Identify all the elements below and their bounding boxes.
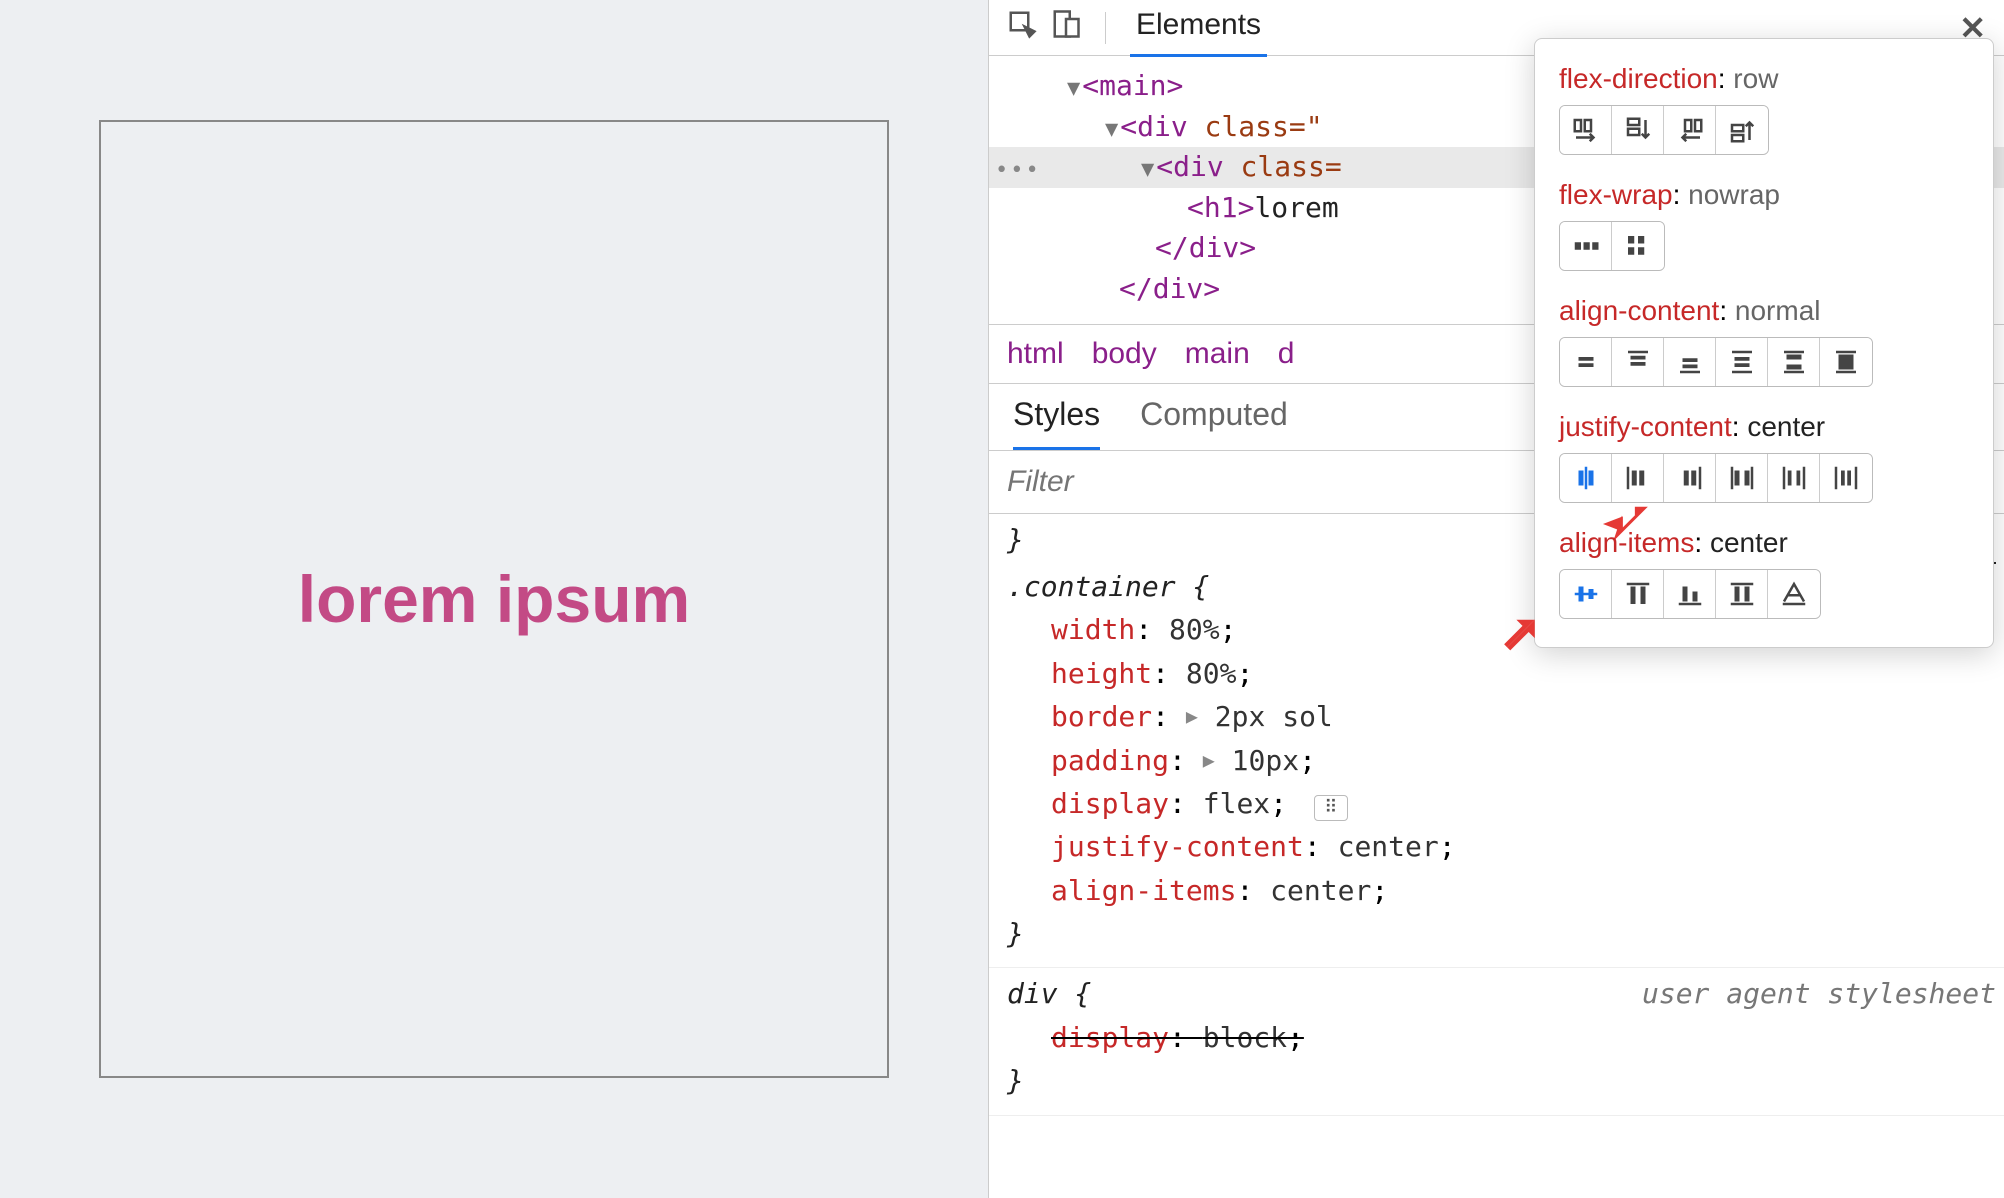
align-content-space-around-icon[interactable] bbox=[1716, 338, 1768, 386]
subtab-computed[interactable]: Computed bbox=[1140, 396, 1288, 450]
align-items-center-icon[interactable] bbox=[1560, 570, 1612, 618]
align-items-end-icon[interactable] bbox=[1664, 570, 1716, 618]
section-flex-wrap: flex-wrap: nowrap bbox=[1559, 179, 1969, 271]
device-toolbar-icon[interactable] bbox=[1051, 9, 1081, 46]
page-preview: lorem ipsum bbox=[0, 0, 988, 1198]
align-items-stretch-icon[interactable] bbox=[1716, 570, 1768, 618]
crumb-main[interactable]: main bbox=[1185, 337, 1250, 371]
section-flex-direction: flex-direction: row bbox=[1559, 63, 1969, 155]
flex-direction-row-reverse-icon[interactable] bbox=[1664, 106, 1716, 154]
justify-content-space-around-icon[interactable] bbox=[1768, 454, 1820, 502]
toolbar-divider bbox=[1105, 12, 1106, 44]
justify-content-center-icon[interactable] bbox=[1560, 454, 1612, 502]
heading-lorem: lorem ipsum bbox=[298, 561, 690, 637]
justify-content-space-between-icon[interactable] bbox=[1716, 454, 1768, 502]
justify-content-space-evenly-icon[interactable] bbox=[1820, 454, 1872, 502]
tab-elements[interactable]: Elements bbox=[1130, 0, 1267, 57]
devtools-panel: Elements ✕ ▼<main> ▼<div class=" ▼<div c… bbox=[988, 0, 2004, 1198]
align-content-start-icon[interactable] bbox=[1612, 338, 1664, 386]
flexbox-editor-popover[interactable]: flex-direction: row flex-wrap: nowrap al… bbox=[1534, 38, 1994, 648]
align-content-space-between-icon[interactable] bbox=[1768, 338, 1820, 386]
user-agent-label: user agent stylesheet bbox=[1642, 972, 1996, 1015]
crumb-div[interactable]: d bbox=[1278, 337, 1295, 371]
align-items-baseline-icon[interactable] bbox=[1768, 570, 1820, 618]
rule-div-uas[interactable]: user agent stylesheet div { display: blo… bbox=[989, 968, 2004, 1115]
flex-direction-column-icon[interactable] bbox=[1612, 106, 1664, 154]
align-items-start-icon[interactable] bbox=[1612, 570, 1664, 618]
crumb-html[interactable]: html bbox=[1007, 337, 1064, 371]
container-box: lorem ipsum bbox=[99, 120, 889, 1078]
section-justify-content: justify-content: center bbox=[1559, 411, 1969, 503]
align-content-stretch-icon[interactable] bbox=[1820, 338, 1872, 386]
align-content-center-icon[interactable] bbox=[1560, 338, 1612, 386]
justify-content-end-icon[interactable] bbox=[1664, 454, 1716, 502]
flex-wrap-wrap-icon[interactable] bbox=[1612, 222, 1664, 270]
heading-wrapper: lorem ipsum bbox=[294, 561, 694, 637]
section-align-content: align-content: normal bbox=[1559, 295, 1969, 387]
subtab-styles[interactable]: Styles bbox=[1013, 396, 1100, 450]
crumb-body[interactable]: body bbox=[1092, 337, 1157, 371]
flex-wrap-nowrap-icon[interactable] bbox=[1560, 222, 1612, 270]
flex-direction-row-icon[interactable] bbox=[1560, 106, 1612, 154]
section-align-items: align-items: center bbox=[1559, 527, 1969, 619]
select-element-icon[interactable] bbox=[1007, 9, 1037, 46]
align-content-end-icon[interactable] bbox=[1664, 338, 1716, 386]
flex-direction-column-reverse-icon[interactable] bbox=[1716, 106, 1768, 154]
flex-editor-icon[interactable]: ⠿ bbox=[1314, 795, 1348, 821]
